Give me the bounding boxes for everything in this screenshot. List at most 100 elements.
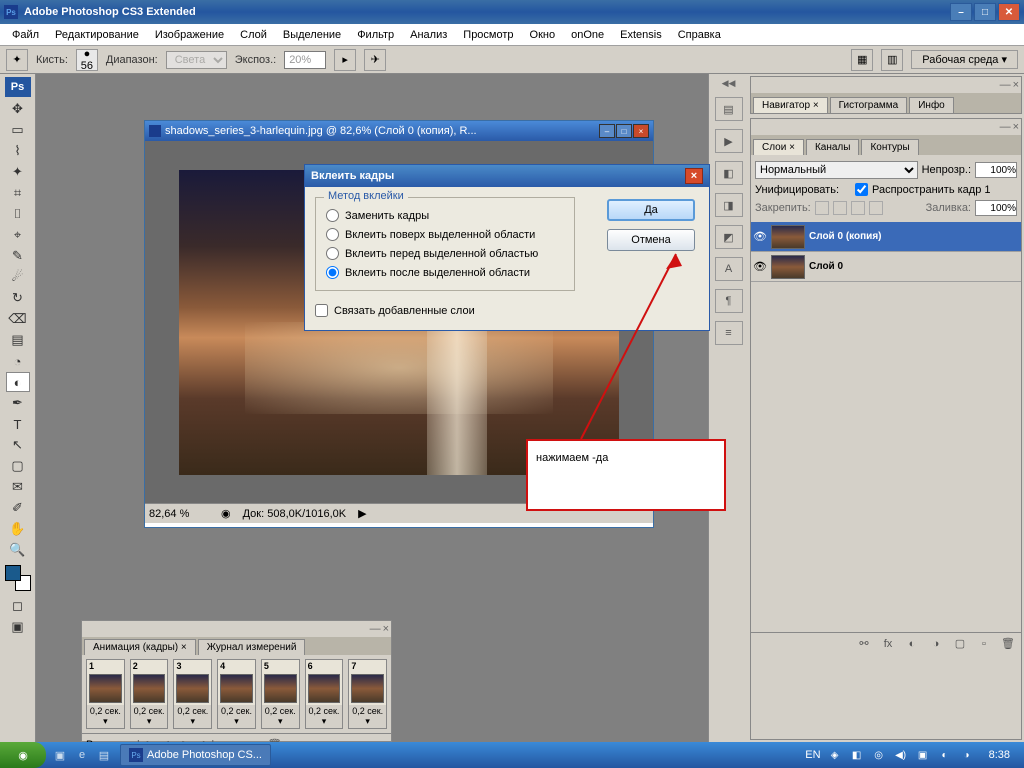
dock-swatches-icon[interactable]: ◨ (715, 193, 743, 217)
brush-preset[interactable]: ●56 (76, 49, 98, 71)
path-select-tool[interactable]: ↖ (6, 435, 30, 455)
navpanel-close-icon[interactable]: × (1013, 79, 1019, 91)
color-swatch[interactable] (5, 565, 31, 591)
layer-thumbnail[interactable] (771, 255, 805, 279)
link-layers-icon[interactable]: ⚯ (855, 636, 873, 652)
dock-actions-icon[interactable]: ▶ (715, 129, 743, 153)
menu-extensis[interactable]: Extensis (612, 27, 670, 43)
visibility-icon[interactable]: 👁 (753, 230, 767, 244)
hand-tool[interactable]: ✋ (6, 519, 30, 539)
dock-history-icon[interactable]: ▤ (715, 97, 743, 121)
exposure-input[interactable] (284, 51, 326, 69)
frame-duration[interactable]: 0,2 сек. ▾ (218, 705, 255, 728)
slice-tool[interactable]: ⌷ (6, 204, 30, 224)
menu-просмотр[interactable]: Просмотр (455, 27, 521, 43)
tray-volume-icon[interactable]: ◀) (893, 747, 909, 763)
move-tool[interactable]: ✥ (6, 99, 30, 119)
animation-frame[interactable]: 20,2 сек. ▾ (130, 659, 169, 729)
layer-thumbnail[interactable] (771, 225, 805, 249)
lock-pixels-icon[interactable] (833, 201, 847, 215)
dock-char-icon[interactable]: A (715, 257, 743, 281)
pen-tool[interactable]: ✒ (6, 393, 30, 413)
fill-input[interactable] (975, 200, 1017, 216)
tray-icon-5[interactable]: ◐ (937, 747, 953, 763)
animation-frame[interactable]: 10,2 сек. ▾ (86, 659, 125, 729)
menu-изображение[interactable]: Изображение (147, 27, 232, 43)
ql-ie-icon[interactable]: e (72, 745, 92, 765)
tray-icon-1[interactable]: ◈ (827, 747, 843, 763)
lang-indicator[interactable]: EN (805, 749, 820, 761)
workspace-menu[interactable]: Рабочая среда ▾ (911, 50, 1018, 69)
tray-icon-6[interactable]: ◑ (959, 747, 975, 763)
clock[interactable]: 8:38 (981, 749, 1018, 761)
dock-color-icon[interactable]: ◧ (715, 161, 743, 185)
dialog-titlebar[interactable]: Вклеить кадры × (305, 165, 709, 187)
notes-tool[interactable]: ✉ (6, 477, 30, 497)
frame-duration[interactable]: 0,2 сек. ▾ (174, 705, 211, 728)
tray-icon-3[interactable]: ◎ (871, 747, 887, 763)
menu-onone[interactable]: onOne (563, 27, 612, 43)
animation-frame[interactable]: 50,2 сек. ▾ (261, 659, 300, 729)
radio-input-0[interactable] (326, 209, 339, 222)
animation-frame[interactable]: 60,2 сек. ▾ (305, 659, 344, 729)
nav-tab-2[interactable]: Инфо (909, 97, 954, 113)
zoom-tool[interactable]: 🔍 (6, 540, 30, 560)
radio-input-2[interactable] (326, 247, 339, 260)
start-button[interactable]: ◉ (0, 742, 46, 768)
lock-trans-icon[interactable] (815, 201, 829, 215)
close-button[interactable]: ✕ (998, 3, 1020, 21)
eraser-tool[interactable]: ⌫ (6, 309, 30, 329)
new-layer-icon[interactable]: ▫ (975, 636, 993, 652)
visibility-icon[interactable]: 👁 (753, 260, 767, 274)
layerspanel-close-icon[interactable]: × (1013, 121, 1019, 133)
layers-tab-0[interactable]: Слои × (753, 139, 804, 155)
radio-option-1[interactable]: Вклеить поверх выделенной области (326, 225, 564, 244)
animation-frame[interactable]: 40,2 сек. ▾ (217, 659, 256, 729)
ok-button[interactable]: Да (607, 199, 695, 221)
layer-row[interactable]: 👁Слой 0 (копия) (751, 222, 1021, 252)
radio-option-3[interactable]: Вклеить после выделенной области (326, 263, 564, 282)
folder-icon[interactable]: ▢ (951, 636, 969, 652)
scroll-right-icon[interactable]: ▶ (358, 507, 366, 520)
doc-maximize[interactable]: □ (616, 124, 632, 138)
heal-tool[interactable]: ⌖ (6, 225, 30, 245)
history-brush-tool[interactable]: ↻ (6, 288, 30, 308)
lock-pos-icon[interactable] (851, 201, 865, 215)
cancel-button[interactable]: Отмена (607, 229, 695, 251)
layers-tab-1[interactable]: Каналы (806, 139, 860, 155)
brush-tool[interactable]: ✎ (6, 246, 30, 266)
doc-minimize[interactable]: – (599, 124, 615, 138)
layer-row[interactable]: 👁Слой 0 (751, 252, 1021, 282)
menu-слой[interactable]: Слой (232, 27, 275, 43)
mask-icon[interactable]: ◐ (903, 636, 921, 652)
menu-редактирование[interactable]: Редактирование (47, 27, 147, 43)
layerspanel-min-icon[interactable]: — (1000, 121, 1011, 133)
stamp-tool[interactable]: ☄ (6, 267, 30, 287)
zoom-value[interactable]: 82,64 % (149, 508, 209, 520)
animation-frame[interactable]: 70,2 сек. ▾ (348, 659, 387, 729)
navpanel-min-icon[interactable]: — (1000, 79, 1011, 91)
range-select[interactable]: Света (166, 51, 227, 69)
frame-duration[interactable]: 0,2 сек. ▾ (87, 705, 124, 728)
minimize-button[interactable]: – (950, 3, 972, 21)
dodge-tool[interactable]: ◐ (6, 372, 30, 392)
lock-all-icon[interactable] (869, 201, 883, 215)
type-tool[interactable]: T (6, 414, 30, 434)
radio-input-3[interactable] (326, 266, 339, 279)
exposure-slider-icon[interactable]: ▸ (334, 49, 356, 71)
nav-tab-1[interactable]: Гистограмма (830, 97, 908, 113)
link-layers-input[interactable] (315, 304, 328, 317)
dialog-close-button[interactable]: × (685, 168, 703, 184)
menu-файл[interactable]: Файл (4, 27, 47, 43)
tool-preset-icon[interactable]: ✦ (6, 49, 28, 71)
dock-brushes-icon[interactable]: ≡ (715, 321, 743, 345)
document-titlebar[interactable]: shadows_series_3-harlequin.jpg @ 82,6% (… (145, 121, 653, 141)
airbrush-icon[interactable]: ✈ (364, 49, 386, 71)
opt-icon-2[interactable]: ▥ (881, 49, 903, 71)
screenmode-icon[interactable]: ▣ (6, 617, 30, 637)
menu-фильтр[interactable]: Фильтр (349, 27, 402, 43)
maximize-button[interactable]: □ (974, 3, 996, 21)
anim-tab-0[interactable]: Анимация (кадры) × (84, 639, 196, 655)
blend-mode-select[interactable]: Нормальный (755, 161, 918, 179)
radio-option-2[interactable]: Вклеить перед выделенной областью (326, 244, 564, 263)
